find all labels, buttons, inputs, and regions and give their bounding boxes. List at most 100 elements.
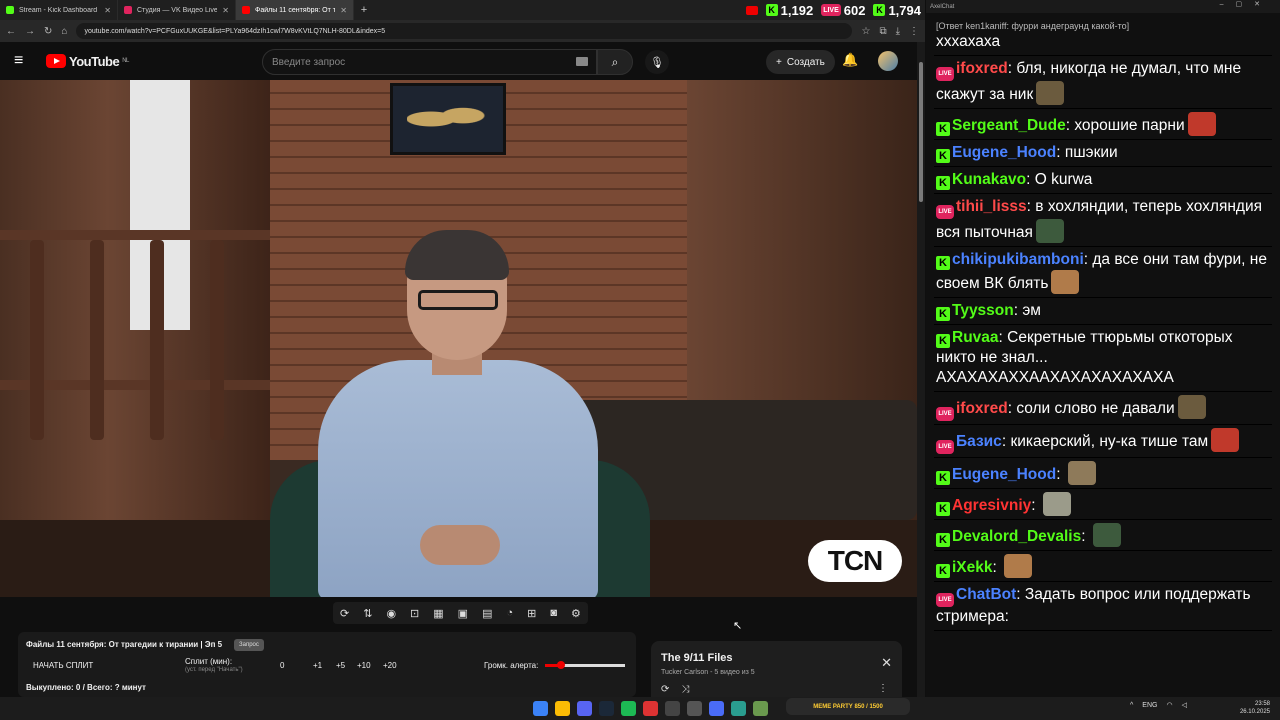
reload-icon[interactable]: ↻	[44, 26, 52, 37]
alert-volume-slider[interactable]	[545, 661, 625, 669]
hamburger-icon[interactable]: ≡	[14, 52, 34, 70]
mic-button[interactable]: 🎙	[645, 50, 669, 74]
start-split-button[interactable]: НАЧАТЬ СПЛИТ	[33, 661, 93, 670]
speed-icon[interactable]: ◔	[506, 607, 513, 619]
home-icon[interactable]: ⌂	[61, 26, 67, 37]
cast-icon[interactable]: ⊡	[410, 607, 419, 620]
chat-username[interactable]: tihii_lisss	[956, 198, 1027, 215]
chat-username[interactable]: Sergeant_Dude	[952, 117, 1066, 134]
chat-username[interactable]: ifoxred	[956, 400, 1008, 417]
emote-icon	[1211, 428, 1240, 452]
chat-username[interactable]: Agresivniy	[952, 497, 1031, 514]
chevron-up-icon[interactable]: ^	[1130, 702, 1133, 709]
youtube-logo[interactable]: YouTube NL	[46, 54, 129, 69]
page-scrollbar[interactable]	[917, 42, 925, 697]
mic-icon: 🎙	[650, 56, 664, 69]
meme-party-widget[interactable]: MEME PARTY 850 / 1500	[786, 698, 910, 715]
sort-icon[interactable]: ⇅	[363, 607, 372, 620]
language-indicator[interactable]: ENG	[1142, 702, 1157, 709]
add-20-button[interactable]: +20	[383, 661, 397, 670]
volume-icon[interactable]: ◁	[1182, 701, 1187, 709]
playlist-title[interactable]: The 9/11 Files	[661, 652, 733, 664]
repeat-icon[interactable]: ⟳	[661, 684, 669, 695]
chat-username[interactable]: Kunakavo	[952, 171, 1026, 188]
avatar[interactable]	[878, 51, 898, 71]
search-button[interactable]: ⌕	[597, 49, 633, 75]
chat-username[interactable]: Tyysson	[952, 302, 1014, 319]
app-icon[interactable]	[753, 701, 768, 716]
app-icon[interactable]	[731, 701, 746, 716]
chat-username[interactable]: chikipukibamboni	[952, 251, 1084, 268]
bell-icon[interactable]: 🔔	[842, 52, 858, 68]
video-player[interactable]: TCN	[0, 80, 917, 597]
volume-knob[interactable]	[557, 661, 565, 669]
forward-icon[interactable]: →	[25, 26, 35, 37]
close-icon[interactable]: ✕	[881, 655, 892, 671]
add-10-button[interactable]: +10	[357, 661, 371, 670]
chrome-icon[interactable]	[555, 701, 570, 716]
add-5-button[interactable]: +5	[336, 661, 345, 670]
chat-username[interactable]: Базис	[956, 433, 1002, 450]
colon: :	[1081, 528, 1090, 545]
tab-vk[interactable]: Студия — VK Видео Live ✕	[118, 0, 236, 20]
app-icon[interactable]	[687, 701, 702, 716]
app-icon[interactable]	[665, 701, 680, 716]
close-icon[interactable]: ✕	[104, 6, 111, 15]
kick-icon: K	[936, 533, 950, 547]
window-controls[interactable]: –▢✕	[1220, 0, 1272, 8]
create-label: Создать	[786, 56, 825, 68]
kick-count: 1,192	[780, 2, 814, 18]
chat-window: AxelChat –▢✕ [Ответ ken1kaniff: фурри ан…	[926, 0, 1280, 697]
chat-username[interactable]: ifoxred	[956, 60, 1008, 77]
search-input[interactable]: Введите запрос	[262, 49, 597, 75]
create-button[interactable]: + Создать	[766, 50, 835, 74]
star-icon[interactable]: ☆	[861, 26, 870, 37]
kick-icon: K	[936, 307, 950, 321]
chat-username[interactable]: iXekk	[952, 559, 993, 576]
vk-count: 602	[843, 2, 866, 18]
chat-username[interactable]: Devalord_Devalis	[952, 528, 1081, 545]
gear-icon[interactable]: ⚙	[571, 607, 581, 620]
add-1-button[interactable]: +1	[313, 661, 322, 670]
download-icon[interactable]: ⤓	[896, 26, 900, 37]
spotify-icon[interactable]	[621, 701, 636, 716]
app-icon[interactable]	[709, 701, 724, 716]
split-hint: (уст. перед "Начать")	[185, 667, 243, 673]
scrollbar-thumb[interactable]	[919, 62, 923, 202]
chat-username[interactable]: Eugene_Hood	[952, 466, 1056, 483]
add-clip-icon[interactable]: ⊞	[527, 607, 536, 620]
loop-icon[interactable]: ⟳	[340, 607, 349, 620]
chat-username[interactable]: Eugene_Hood	[952, 144, 1056, 161]
chat-username[interactable]: Ruvaa	[952, 329, 999, 346]
audio-icon[interactable]: ◉	[386, 607, 396, 620]
menu-dots-icon[interactable]: ⋮	[909, 26, 919, 37]
chat-username[interactable]: ChatBot	[956, 586, 1016, 603]
tab-kick[interactable]: Stream - Kick Dashboard ✕	[0, 0, 118, 20]
shuffle-icon[interactable]: ⤨	[681, 684, 689, 695]
clapper-icon[interactable]: ▦	[433, 607, 443, 620]
camera-icon[interactable]: ◙	[550, 607, 557, 619]
pip-icon[interactable]: ▣	[458, 607, 468, 620]
tab-youtube[interactable]: Файлы 11 сентября: От трагедии к тирании…	[236, 0, 354, 20]
clock[interactable]: 23:58 26.10.2025	[1240, 700, 1270, 716]
emote-icon	[1004, 554, 1033, 578]
close-icon[interactable]: ✕	[340, 6, 347, 15]
obs-icon[interactable]	[643, 701, 658, 716]
wifi-icon[interactable]: ◠	[1166, 701, 1172, 709]
chat-message: K Eugene_Hood:	[934, 458, 1272, 489]
steam-icon[interactable]	[599, 701, 614, 716]
film-icon[interactable]: ▤	[482, 607, 492, 620]
windows-start-icon[interactable]	[533, 701, 548, 716]
menu-dots-icon[interactable]: ⋮	[878, 683, 888, 694]
vk-live-icon: LIVE	[936, 593, 954, 607]
back-icon[interactable]: ←	[6, 26, 16, 37]
url-field[interactable]: youtube.com/watch?v=PCFGuxUUKGE&list=PLY…	[76, 23, 853, 39]
request-badge[interactable]: Запрос	[234, 639, 264, 651]
extensions-icon[interactable]: ⧉	[879, 26, 886, 37]
new-tab-button[interactable]: +	[354, 4, 374, 16]
discord-icon[interactable]	[577, 701, 592, 716]
keyboard-icon[interactable]	[576, 57, 588, 66]
kick-icon: K	[936, 256, 950, 270]
close-icon[interactable]: ✕	[222, 6, 229, 15]
emote-icon	[1092, 523, 1121, 547]
